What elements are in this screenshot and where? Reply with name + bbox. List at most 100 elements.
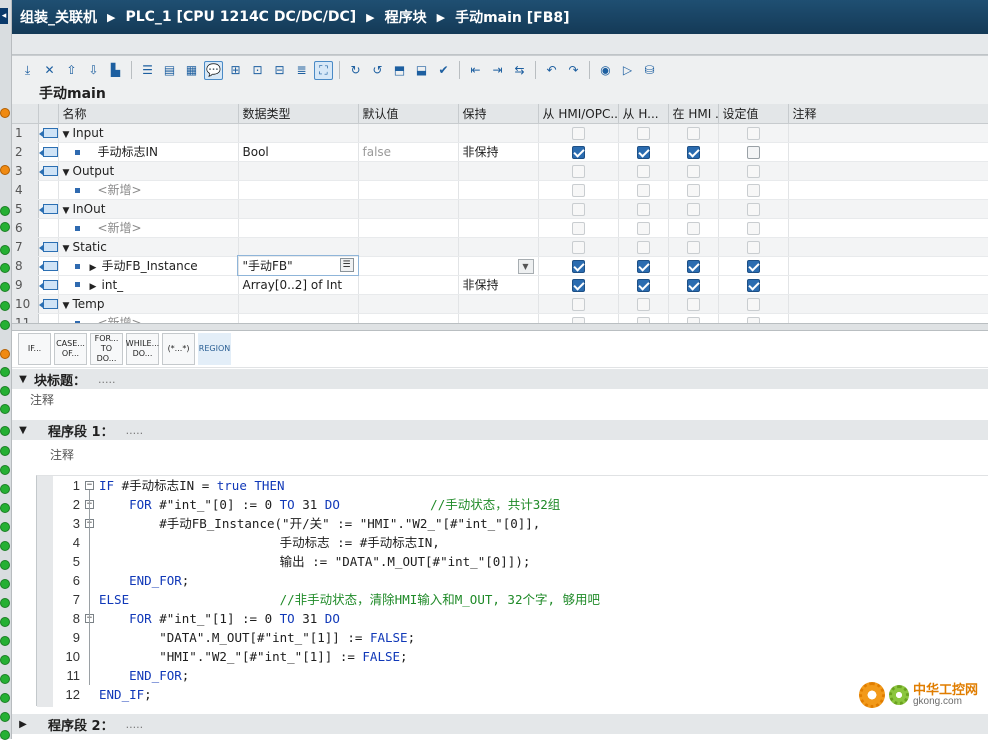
default-cell[interactable] [358,199,459,219]
checkbox[interactable] [636,126,650,140]
go-offline-icon[interactable]: ↺ [368,61,387,80]
datatype-cell[interactable]: Bool [238,142,359,162]
add-new-placeholder[interactable]: <新增> [98,221,142,235]
monitor-icon[interactable]: ▙ [106,61,125,80]
checkbox[interactable] [571,297,585,311]
var-name-cell[interactable]: ▼ Temp [58,294,239,314]
code-line[interactable]: 9 "DATA".M_OUT[#"int_"[1]] := FALSE; [37,628,987,647]
default-cell[interactable] [358,275,459,295]
table-row[interactable]: 11 <新增> [12,313,988,323]
instr-for[interactable]: FOR... TO DO... [90,333,123,365]
comment-cell[interactable] [788,142,988,162]
checkbox[interactable] [636,164,650,178]
collapse-triangle-icon[interactable]: ▼ [12,425,34,436]
comment-cell[interactable] [788,275,988,295]
comment-cell[interactable] [788,199,988,219]
block-title-placeholder[interactable]: ..... [98,373,115,386]
favorites-icon[interactable]: ⊡ [248,61,267,80]
code-line[interactable]: 12 END_IF; [37,685,987,704]
bookmark-icon[interactable]: ⇤ [466,61,485,80]
code-line[interactable]: 11 END_FOR; [37,666,987,685]
bookmark-prev-icon[interactable]: ⇆ [510,61,529,80]
comment-cell[interactable] [788,218,988,238]
default-cell[interactable] [358,256,459,276]
symbol-info-icon[interactable]: ⛶ [314,60,333,80]
code-line[interactable]: 1− IF #手动标志IN = true THEN [37,476,987,495]
var-name-cell[interactable]: <新增> [58,180,239,200]
checkbox[interactable] [636,202,650,216]
checkbox[interactable] [571,145,585,159]
checkbox[interactable] [686,126,700,140]
code-line[interactable]: 7 ELSE //非手动状态，清除HMI输入和M_OUT, 32个字, 够用吧 [37,590,987,609]
instr-case[interactable]: CASE... OF... [54,333,87,365]
default-cell[interactable]: false [358,142,459,162]
undo-icon[interactable]: ↶ [542,61,561,80]
var-name-cell[interactable]: ▼ Static [58,237,239,257]
default-cell[interactable] [358,313,459,323]
col-default[interactable]: 默认值 [358,104,459,124]
checkbox[interactable] [636,297,650,311]
comment-cell[interactable] [788,161,988,181]
datatype-cell[interactable] [238,218,359,238]
checkbox[interactable] [571,202,585,216]
var-name-cell[interactable]: ▼ Input [58,123,239,143]
retain-cell[interactable]: 非保持 [458,275,539,295]
upload-icon[interactable]: ⬓ [412,61,431,80]
go-online-icon[interactable]: ↻ [346,61,365,80]
list-icon[interactable]: ≣ [292,61,311,80]
collapse-triangle-icon[interactable]: ▼ [63,130,73,140]
checkbox[interactable] [571,259,585,273]
table-row[interactable]: 8 ▶ 手动FB_Instance ☰ "手动FB" ▼ [12,255,988,276]
code-line[interactable]: 2− FOR #"int_"[0] := 0 TO 31 DO //手动状态，共… [37,495,987,514]
checkbox[interactable] [746,164,760,178]
checkbox[interactable] [686,221,700,235]
indent-icon[interactable]: ☰ [138,61,157,80]
instr-while[interactable]: WHILE... DO... [126,333,159,365]
col-name[interactable]: 名称 [58,104,239,124]
default-cell[interactable] [358,123,459,143]
move-down-icon[interactable]: ⇩ [84,61,103,80]
delete-row-icon[interactable]: ✕ [40,61,59,80]
breadcrumb-program-blocks[interactable]: 程序块 [385,7,427,27]
table-row[interactable]: 3 ▼ Output [12,161,988,181]
checkbox[interactable] [746,259,760,273]
checkbox[interactable] [571,240,585,254]
comment-cell[interactable] [788,256,988,276]
network1-comment[interactable]: 注释 [50,446,74,463]
col-datatype[interactable]: 数据类型 [238,104,359,124]
code-line[interactable]: 5 输出 := "DATA".M_OUT[#"int_"[0]]); [37,552,987,571]
move-up-icon[interactable]: ⇧ [62,61,81,80]
checkbox[interactable] [746,240,760,254]
retain-cell[interactable] [458,180,539,200]
table-row[interactable]: 5 ▼ InOut [12,199,988,219]
checkbox[interactable] [746,278,760,292]
expand-triangle-icon[interactable]: ▶ [12,719,34,730]
breadcrumb-project[interactable]: 组装_关联机 [20,7,97,27]
checkbox[interactable] [686,240,700,254]
comment-cell[interactable] [788,294,988,314]
redo-icon[interactable]: ↷ [564,61,583,80]
checkbox[interactable] [686,183,700,197]
table-row[interactable]: 10 ▼ Temp [12,294,988,314]
checkbox[interactable] [636,145,650,159]
var-name-cell[interactable]: ▼ Output [58,161,239,181]
datatype-cell[interactable] [238,123,359,143]
checkbox[interactable] [686,202,700,216]
scl-code-editor[interactable]: 1−IF #手动标志IN = true THEN2− FOR #"int_"[0… [36,475,988,707]
table-row[interactable]: 9 ▶ int_ Array[0..2] of Int 非保持 [12,275,988,295]
instr-region[interactable]: REGION [198,333,231,365]
checkbox[interactable] [686,259,700,273]
checkbox[interactable] [686,297,700,311]
network1-header[interactable]: ▼ 程序段 1： ..... [12,420,988,440]
checkbox[interactable] [686,164,700,178]
retain-cell[interactable] [458,161,539,181]
network-view-icon[interactable]: ⊟ [270,61,289,80]
checkbox[interactable] [746,183,760,197]
table-row[interactable]: 7 ▼ Static [12,237,988,257]
code-line[interactable]: 3− #手动FB_Instance("开/关" := "HMI"."W2_"[#… [37,514,987,533]
checkbox[interactable] [686,145,700,159]
download-icon[interactable]: ⬒ [390,61,409,80]
pane-splitter[interactable] [12,323,988,331]
collapse-triangle-icon[interactable]: ▼ [63,301,73,311]
compile-icon[interactable]: ✔ [434,61,453,80]
